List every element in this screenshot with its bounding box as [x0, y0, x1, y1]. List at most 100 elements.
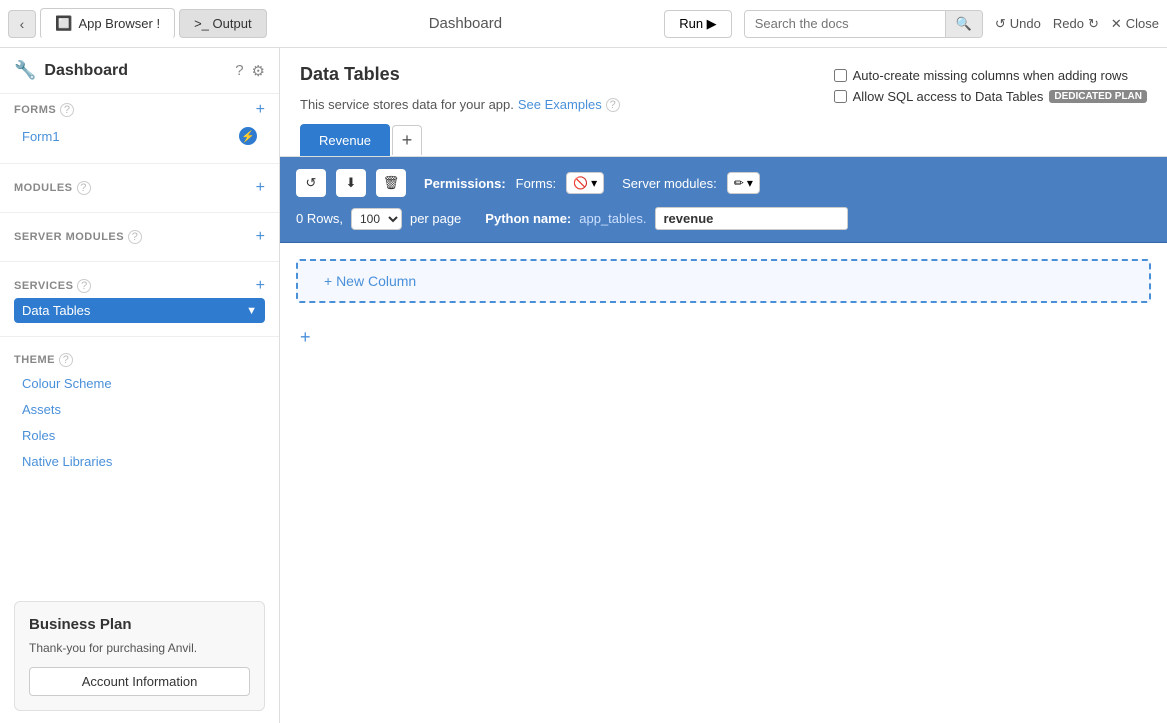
content-area: Data Tables This service stores data for…: [280, 48, 1167, 723]
sidebar-item-assets[interactable]: Assets: [14, 397, 265, 422]
redo-label: Redo: [1053, 16, 1084, 31]
server-modules-add-button[interactable]: +: [256, 229, 265, 245]
sidebar-item-data-tables[interactable]: Data Tables ▼: [14, 298, 265, 323]
auto-create-label: Auto-create missing columns when adding …: [853, 68, 1128, 83]
server-modules-perm-chevron: ▾: [747, 176, 753, 190]
add-row-area: +: [280, 319, 1167, 356]
download-button[interactable]: ⬇: [336, 169, 366, 197]
topbar-actions: ↺ Undo Redo ↻ ✕ Close: [995, 16, 1159, 32]
colour-scheme-label: Colour Scheme: [22, 376, 112, 391]
allow-sql-checkbox[interactable]: [834, 90, 847, 103]
forms-help-icon: ?: [60, 103, 74, 117]
rows-label: 0 Rows,: [296, 211, 343, 226]
search-button[interactable]: 🔍: [945, 11, 982, 37]
new-column-button[interactable]: + New Column: [296, 259, 1151, 303]
modules-section-title: MODULES ?: [14, 181, 91, 195]
add-row-button[interactable]: +: [296, 323, 315, 352]
allow-sql-label: Allow SQL access to Data Tables: [853, 89, 1044, 104]
server-modules-section: SERVER MODULES ? +: [0, 221, 279, 253]
forms-perm-label: Forms:: [516, 176, 556, 191]
forms-permission-select[interactable]: 🚫 ▾: [566, 172, 604, 194]
forms-add-button[interactable]: +: [256, 102, 265, 118]
forms-section: FORMS ? + Form1 ⚡: [0, 94, 279, 155]
sidebar-header-icons: ? ⚙: [235, 62, 265, 80]
sidebar-item-colour-scheme[interactable]: Colour Scheme: [14, 371, 265, 396]
business-plan-card: Business Plan Thank-you for purchasing A…: [14, 601, 265, 711]
back-button[interactable]: ‹: [8, 10, 36, 38]
sidebar-title: Dashboard: [44, 62, 227, 80]
delete-button[interactable]: 🗑: [376, 169, 406, 197]
app-browser-icon: 🔲: [55, 15, 72, 32]
search-bar: 🔍: [744, 10, 983, 38]
description-help-icon: ?: [606, 98, 620, 112]
theme-section-header: THEME ?: [14, 353, 265, 367]
modules-help-icon: ?: [77, 181, 91, 195]
server-modules-section-header: SERVER MODULES ? +: [14, 229, 265, 245]
theme-help-icon: ?: [59, 353, 73, 367]
account-information-button[interactable]: Account Information: [29, 667, 250, 696]
rows-row: 0 Rows, 100 50 25 per page Python name: …: [296, 207, 1151, 230]
server-modules-permission-select[interactable]: ✏ ▾: [727, 172, 760, 194]
server-modules-help-icon: ?: [128, 230, 142, 244]
python-name-input[interactable]: [655, 207, 848, 230]
undo-label: Undo: [1010, 16, 1041, 31]
sidebar-logo-icon: 🔧: [14, 60, 36, 81]
services-section: SERVICES ? + Data Tables ▼: [0, 270, 279, 328]
add-tab-button[interactable]: +: [392, 125, 422, 155]
python-prefix-label: app_tables.: [579, 211, 646, 226]
forms-section-header: FORMS ? +: [14, 102, 265, 118]
allow-sql-row: Allow SQL access to Data Tables DEDICATE…: [834, 89, 1147, 104]
assets-label: Assets: [22, 402, 61, 417]
search-input[interactable]: [745, 11, 945, 36]
add-row-icon: +: [300, 327, 311, 348]
refresh-button[interactable]: ↺: [296, 169, 326, 197]
data-tables-chevron-icon: ▼: [246, 305, 257, 317]
sidebar-header: 🔧 Dashboard ? ⚙: [0, 48, 279, 94]
roles-label: Roles: [22, 428, 55, 443]
sidebar: 🔧 Dashboard ? ⚙ FORMS ? + Form1 ⚡: [0, 48, 280, 723]
forms-perm-icon: 🚫: [573, 176, 588, 190]
forms-section-title: FORMS ?: [14, 103, 74, 117]
server-modules-perm-label: Server modules:: [622, 176, 717, 191]
auto-create-checkbox[interactable]: [834, 69, 847, 82]
undo-button[interactable]: ↺ Undo: [995, 16, 1041, 32]
revenue-tab[interactable]: Revenue: [300, 124, 390, 156]
sidebar-help-button[interactable]: ?: [235, 62, 243, 80]
modules-section: MODULES ? +: [0, 172, 279, 204]
theme-section: THEME ? Colour Scheme Assets Roles Nativ…: [0, 345, 279, 479]
modules-add-button[interactable]: +: [256, 180, 265, 196]
theme-section-title: THEME ?: [14, 353, 73, 367]
sidebar-item-roles[interactable]: Roles: [14, 423, 265, 448]
business-plan-title: Business Plan: [29, 616, 250, 633]
table-toolbar: ↺ ⬇ 🗑 Permissions: Forms: 🚫 ▾ Server mod…: [296, 169, 1151, 197]
sidebar-settings-button[interactable]: ⚙: [252, 62, 265, 80]
close-label: Close: [1126, 16, 1159, 31]
sidebar-item-form1[interactable]: Form1 ⚡: [14, 122, 265, 150]
app-browser-tab-label: App Browser !: [78, 16, 160, 31]
server-modules-perm-icon: ✏: [734, 176, 744, 190]
close-icon: ✕: [1111, 16, 1122, 32]
content-header: Data Tables This service stores data for…: [280, 48, 1167, 157]
forms-perm-chevron: ▾: [591, 176, 597, 190]
permissions-label: Permissions:: [424, 176, 506, 191]
native-libraries-label: Native Libraries: [22, 454, 112, 469]
data-tables-label: Data Tables: [22, 303, 90, 318]
tabs-row: Revenue +: [300, 124, 1147, 156]
redo-button[interactable]: Redo ↻: [1053, 16, 1099, 32]
business-plan-description: Thank-you for purchasing Anvil.: [29, 641, 250, 655]
see-examples-link[interactable]: See Examples: [518, 97, 602, 112]
services-add-button[interactable]: +: [256, 278, 265, 294]
run-button[interactable]: Run ▶: [664, 10, 731, 38]
services-section-title: SERVICES ?: [14, 279, 91, 293]
dedicated-plan-badge: DEDICATED PLAN: [1049, 90, 1147, 103]
app-browser-tab[interactable]: 🔲 App Browser !: [40, 8, 175, 39]
page-title: Dashboard: [271, 15, 661, 32]
topbar: ‹ 🔲 App Browser ! >_ Output Dashboard Ru…: [0, 0, 1167, 48]
sidebar-item-native-libraries[interactable]: Native Libraries: [14, 449, 265, 474]
content-body: + New Column +: [280, 243, 1167, 723]
close-button[interactable]: ✕ Close: [1111, 16, 1159, 32]
rows-per-page-select[interactable]: 100 50 25: [351, 208, 402, 230]
output-tab[interactable]: >_ Output: [179, 9, 266, 38]
table-toolbar-area: ↺ ⬇ 🗑 Permissions: Forms: 🚫 ▾ Server mod…: [280, 157, 1167, 243]
server-modules-section-title: SERVER MODULES ?: [14, 230, 142, 244]
